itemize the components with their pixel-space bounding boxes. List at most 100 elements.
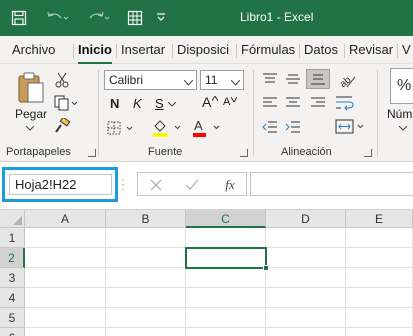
tab-inicio[interactable]: Inicio bbox=[78, 42, 112, 64]
cell-a5[interactable] bbox=[25, 308, 106, 328]
decrease-indent-icon[interactable] bbox=[262, 120, 278, 134]
table-icon[interactable] bbox=[124, 7, 146, 29]
copy-icon[interactable] bbox=[53, 95, 79, 111]
cell-b2[interactable] bbox=[106, 248, 186, 268]
tab-revisar[interactable]: Revisar bbox=[349, 42, 393, 57]
format-painter-icon[interactable] bbox=[54, 118, 70, 134]
cancel-icon[interactable] bbox=[148, 177, 164, 193]
font-name-value: Calibri bbox=[109, 73, 144, 87]
align-top-icon[interactable] bbox=[262, 72, 278, 86]
row-header-6[interactable]: 6 bbox=[0, 328, 25, 336]
cell-e5[interactable] bbox=[346, 308, 413, 328]
font-launcher-icon[interactable] bbox=[240, 149, 248, 157]
save-icon[interactable] bbox=[8, 7, 30, 29]
cell-e2[interactable] bbox=[346, 248, 413, 268]
customize-icon[interactable] bbox=[150, 7, 172, 29]
row-header-4[interactable]: 4 bbox=[0, 288, 25, 308]
chevron-down-icon[interactable] bbox=[167, 100, 177, 108]
cell-a2[interactable] bbox=[25, 248, 106, 268]
enter-check-icon[interactable] bbox=[184, 177, 200, 193]
insert-function-icon[interactable]: fx bbox=[220, 176, 240, 194]
cell-a3[interactable] bbox=[25, 268, 106, 288]
orientation-icon[interactable]: ab bbox=[337, 70, 357, 90]
cell-e3[interactable] bbox=[346, 268, 413, 288]
percent-style-button[interactable]: % bbox=[390, 68, 413, 104]
cell-e1[interactable] bbox=[346, 228, 413, 248]
cell-b1[interactable] bbox=[106, 228, 186, 248]
paste-icon[interactable] bbox=[14, 70, 48, 106]
formula-input[interactable] bbox=[250, 172, 413, 196]
font-size-dropdown[interactable]: 11 bbox=[200, 70, 244, 90]
cell-c6[interactable] bbox=[186, 328, 266, 336]
fill-handle[interactable] bbox=[263, 265, 269, 271]
underline-button[interactable]: S bbox=[155, 96, 164, 111]
cell-d3[interactable] bbox=[266, 268, 346, 288]
font-color-icon[interactable]: A bbox=[190, 118, 224, 138]
cell-b3[interactable] bbox=[106, 268, 186, 288]
column-header-e[interactable]: E bbox=[346, 210, 413, 228]
row-header-1[interactable]: 1 bbox=[0, 228, 25, 248]
clipboard-launcher-icon[interactable] bbox=[88, 149, 96, 157]
align-right-icon[interactable] bbox=[310, 96, 326, 110]
shrink-font-button[interactable]: A bbox=[223, 96, 230, 108]
wrap-text-icon[interactable] bbox=[335, 94, 355, 112]
cell-c1[interactable] bbox=[186, 228, 266, 248]
fill-color-icon[interactable] bbox=[150, 118, 184, 138]
formula-bar-resize-handle[interactable]: · · · bbox=[121, 173, 125, 195]
borders-icon[interactable] bbox=[106, 120, 136, 136]
merge-center-icon[interactable] bbox=[335, 118, 365, 136]
cell-b6[interactable] bbox=[106, 328, 186, 336]
chevron-down-icon[interactable] bbox=[25, 124, 35, 132]
ribbon-tabs: Archivo Inicio Insertar Disposici Fórmul… bbox=[0, 36, 413, 64]
increase-indent-icon[interactable] bbox=[285, 120, 301, 134]
column-header-d[interactable]: D bbox=[266, 210, 346, 228]
row-header-3[interactable]: 3 bbox=[0, 268, 25, 288]
tab-datos[interactable]: Datos bbox=[304, 42, 338, 57]
cell-b5[interactable] bbox=[106, 308, 186, 328]
align-middle-icon[interactable] bbox=[285, 72, 301, 86]
caret-down-icon bbox=[231, 96, 237, 102]
name-box-input[interactable]: Hoja2!H22 bbox=[9, 174, 112, 195]
cell-c4[interactable] bbox=[186, 288, 266, 308]
cell-d6[interactable] bbox=[266, 328, 346, 336]
tab-insertar[interactable]: Insertar bbox=[121, 42, 165, 57]
cell-b4[interactable] bbox=[106, 288, 186, 308]
chevron-down-icon[interactable] bbox=[398, 124, 408, 132]
tab-archivo[interactable]: Archivo bbox=[12, 42, 55, 57]
italic-button[interactable]: K bbox=[133, 96, 142, 111]
font-group-label: Fuente bbox=[148, 146, 183, 158]
tab-disposicion[interactable]: Disposici bbox=[177, 42, 229, 57]
grow-font-button[interactable]: A bbox=[202, 94, 211, 110]
align-center-icon[interactable] bbox=[285, 96, 301, 110]
number-format-label[interactable]: Núm bbox=[387, 107, 412, 121]
cell-a4[interactable] bbox=[25, 288, 106, 308]
font-name-dropdown[interactable]: Calibri bbox=[104, 70, 197, 90]
redo-icon[interactable] bbox=[85, 7, 111, 29]
align-bottom-icon[interactable] bbox=[306, 69, 330, 89]
cell-e4[interactable] bbox=[346, 288, 413, 308]
bold-button[interactable]: N bbox=[110, 96, 119, 111]
cell-d4[interactable] bbox=[266, 288, 346, 308]
align-left-icon[interactable] bbox=[262, 96, 278, 110]
cell-d2[interactable] bbox=[266, 248, 346, 268]
paste-label[interactable]: Pegar bbox=[15, 107, 47, 121]
cell-a1[interactable] bbox=[25, 228, 106, 248]
cut-icon[interactable] bbox=[54, 72, 70, 88]
cell-d1[interactable] bbox=[266, 228, 346, 248]
column-header-c[interactable]: C bbox=[186, 210, 266, 228]
cell-e6[interactable] bbox=[346, 328, 413, 336]
tab-vista[interactable]: V bbox=[402, 42, 411, 57]
active-cell[interactable] bbox=[185, 247, 267, 269]
undo-icon[interactable] bbox=[44, 7, 70, 29]
row-header-5[interactable]: 5 bbox=[0, 308, 25, 328]
cell-d5[interactable] bbox=[266, 308, 346, 328]
tab-formulas[interactable]: Fórmulas bbox=[241, 42, 295, 57]
column-header-a[interactable]: A bbox=[25, 210, 106, 228]
cell-c3[interactable] bbox=[186, 268, 266, 288]
cell-a6[interactable] bbox=[25, 328, 106, 336]
column-header-b[interactable]: B bbox=[106, 210, 186, 228]
cell-c5[interactable] bbox=[186, 308, 266, 328]
alignment-launcher-icon[interactable] bbox=[364, 149, 372, 157]
row-header-2[interactable]: 2 bbox=[0, 248, 25, 268]
select-all-button[interactable] bbox=[0, 210, 25, 228]
